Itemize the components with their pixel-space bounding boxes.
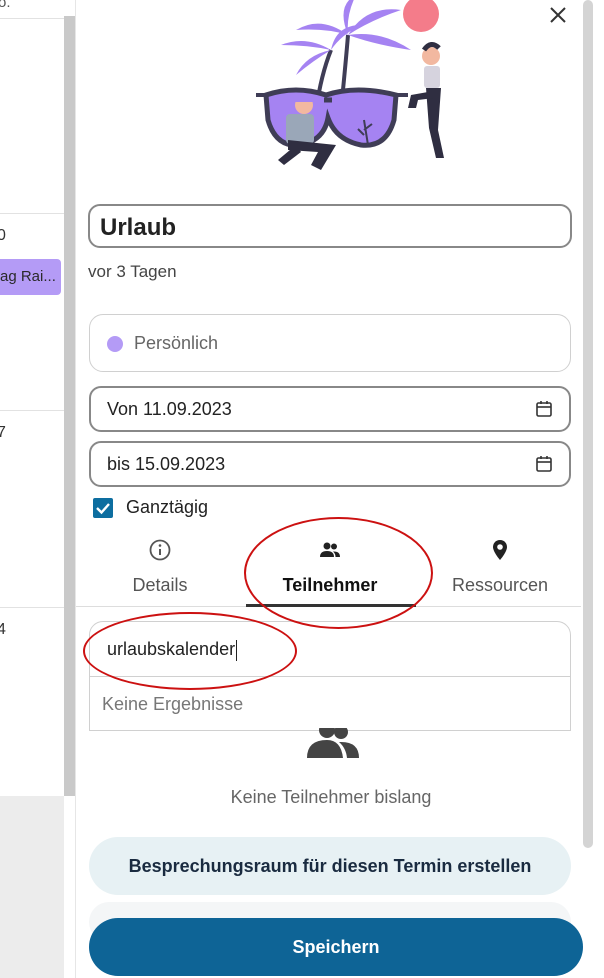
all-day-checkbox[interactable] <box>93 498 113 518</box>
location-pin-icon <box>493 540 507 560</box>
create-meeting-room-button[interactable]: Besprechungsraum für diesen Termin erste… <box>89 837 571 895</box>
calendar-event[interactable]: ag Rai... <box>0 259 61 295</box>
info-icon <box>149 539 171 561</box>
start-date-field[interactable]: Von 11.09.2023 <box>89 386 571 432</box>
calendar-select[interactable]: Persönlich <box>89 314 571 372</box>
calendar-divider <box>0 18 64 19</box>
calendar-divider <box>0 410 64 411</box>
all-day-label[interactable]: Ganztägig <box>126 497 208 518</box>
panel-scrollbar[interactable] <box>583 0 593 848</box>
calendar-name: Persönlich <box>134 333 219 353</box>
vacation-illustration <box>256 0 444 170</box>
close-icon <box>550 7 566 23</box>
tab-resources[interactable]: Ressourcen <box>416 532 584 606</box>
end-date-field[interactable]: bis 15.09.2023 <box>89 441 571 487</box>
event-title-input[interactable]: Urlaub <box>88 204 572 248</box>
calendar-icon[interactable] <box>535 400 553 418</box>
calendar-icon[interactable] <box>535 455 553 473</box>
annotation-circle-search-value <box>83 612 297 690</box>
tab-details[interactable]: Details <box>76 532 244 606</box>
calendar-day-label: 4 <box>0 621 6 639</box>
tab-resources-label: Ressourcen <box>451 575 549 595</box>
save-button[interactable]: Speichern <box>89 918 583 976</box>
event-panel: Urlaub vor 3 Tagen Persönlich Von 11.09.… <box>76 0 604 978</box>
tab-details-label: Details <box>132 575 188 595</box>
relative-time: vor 3 Tagen <box>88 262 177 281</box>
no-participants-text: Keine Teilnehmer bislang <box>230 787 432 807</box>
background-calendar: o. 0 ag Rai... 7 4 <box>0 0 76 978</box>
calendar-day-label: 0 <box>0 227 6 245</box>
calendar-top-text: o. <box>0 0 11 11</box>
calendar-scrollbar[interactable] <box>64 16 75 796</box>
start-date-value: Von 11.09.2023 <box>107 399 232 419</box>
end-date-value: bis 15.09.2023 <box>107 454 226 474</box>
woman-figure <box>408 42 444 158</box>
calendar-color-dot <box>107 336 123 352</box>
checkmark-icon <box>96 503 110 515</box>
calendar-divider <box>0 607 64 608</box>
annotation-circle-participants-tab <box>244 517 433 629</box>
close-button[interactable] <box>546 3 570 27</box>
calendar-day-label: 7 <box>0 424 6 442</box>
calendar-divider <box>0 213 64 214</box>
people-placeholder-icon <box>307 728 359 758</box>
calendar-empty-area <box>0 796 64 978</box>
